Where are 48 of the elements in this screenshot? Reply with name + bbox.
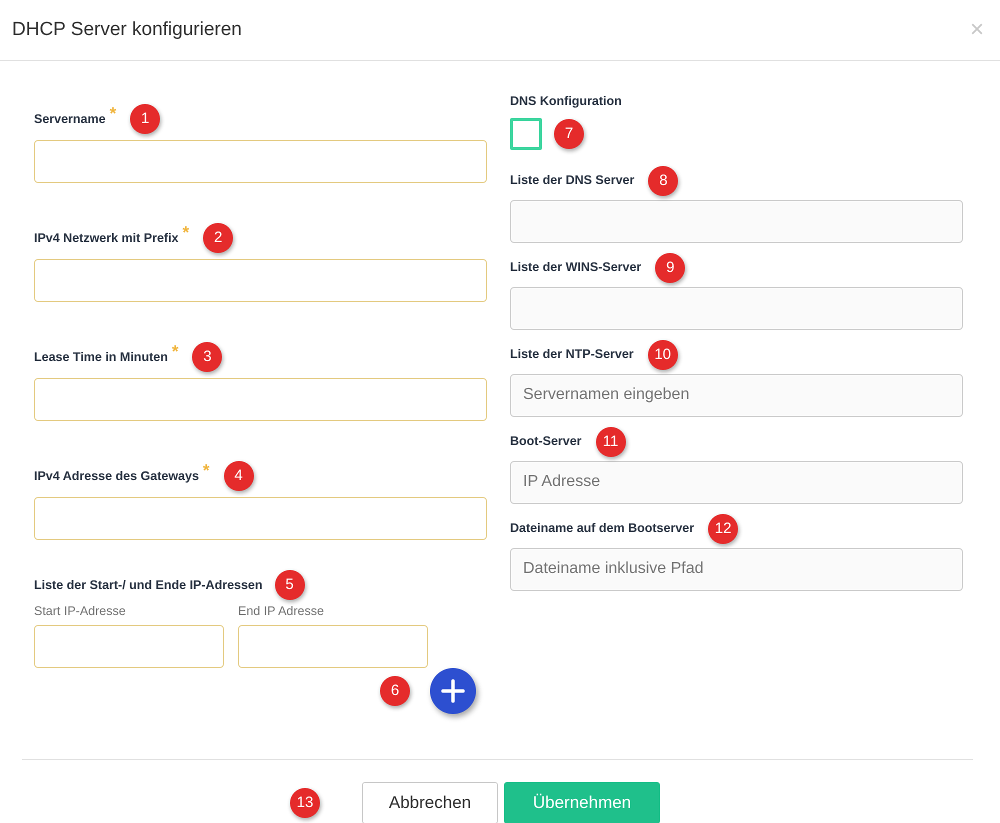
- input-field[interactable]: Dateiname inklusive Pfad: [510, 548, 963, 591]
- close-button[interactable]: ×: [966, 18, 988, 42]
- input-field[interactable]: [34, 497, 487, 540]
- field-label: IPv4 Adresse des Gateways: [34, 468, 199, 485]
- field-label: IPv4 Netzwerk mit Prefix: [34, 230, 179, 247]
- apply-button[interactable]: Übernehmen: [504, 782, 660, 823]
- callout-marker: 4: [224, 461, 254, 491]
- callout-marker: 11: [596, 426, 626, 457]
- dialog-title: DHCP Server konfigurieren: [12, 18, 242, 42]
- callout-marker: 3: [192, 342, 222, 372]
- field-label: Start IP-Adresse: [34, 603, 127, 620]
- callout-marker: 9: [655, 252, 686, 283]
- callout-marker: 5: [274, 570, 305, 600]
- input-field[interactable]: [34, 140, 487, 183]
- callout-marker: 13: [290, 788, 320, 818]
- callout-marker: 1: [130, 104, 160, 134]
- callout-marker: 10: [648, 340, 678, 370]
- cancel-button[interactable]: Abbrechen: [362, 782, 498, 823]
- input-field[interactable]: [510, 200, 963, 243]
- input-field[interactable]: Servernamen eingeben: [510, 374, 963, 417]
- field-label: Servername: [34, 110, 106, 128]
- input-field[interactable]: [34, 259, 487, 302]
- required-asterisk: *: [110, 103, 116, 126]
- field-label: Boot-Server: [510, 433, 582, 450]
- callout-marker: 8: [648, 166, 678, 196]
- required-asterisk: *: [202, 460, 210, 482]
- field-label: End IP Adresse: [238, 603, 325, 620]
- field-label: Dateiname auf dem Bootserver: [510, 520, 694, 538]
- input-field[interactable]: IP Adresse: [510, 460, 963, 504]
- required-asterisk: *: [172, 341, 178, 364]
- field-label: Liste der Start-/ und Ende IP-Adressen: [34, 576, 263, 594]
- add-button[interactable]: [430, 668, 476, 714]
- callout-marker: 6: [380, 676, 410, 706]
- plus-icon: [441, 678, 465, 703]
- input-field[interactable]: [510, 286, 963, 330]
- checkbox[interactable]: [510, 118, 542, 150]
- field-label: Liste der WINS-Server: [510, 259, 642, 276]
- callout-marker: 7: [554, 118, 584, 149]
- field-label: DNS Konfiguration: [510, 93, 623, 110]
- input-field[interactable]: [34, 378, 487, 421]
- callout-marker: 2: [203, 223, 234, 253]
- callout-marker: 12: [708, 514, 738, 544]
- required-asterisk: *: [182, 222, 190, 244]
- input-field[interactable]: [238, 624, 428, 668]
- input-field[interactable]: [34, 624, 224, 668]
- field-label: Liste der NTP-Server: [510, 346, 634, 364]
- field-label: Liste der DNS Server: [510, 172, 634, 190]
- field-label: Lease Time in Minuten: [34, 348, 168, 366]
